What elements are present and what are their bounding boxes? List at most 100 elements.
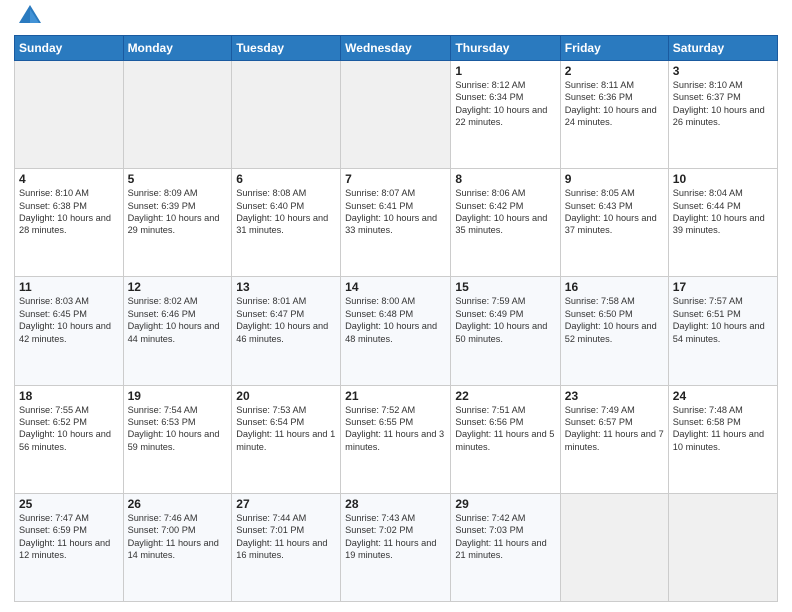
day-info: Sunrise: 7:57 AM Sunset: 6:51 PM Dayligh… (673, 295, 773, 345)
calendar-week-row: 11Sunrise: 8:03 AM Sunset: 6:45 PM Dayli… (15, 277, 778, 385)
calendar-cell: 3Sunrise: 8:10 AM Sunset: 6:37 PM Daylig… (668, 61, 777, 169)
calendar-cell (341, 61, 451, 169)
day-info: Sunrise: 7:48 AM Sunset: 6:58 PM Dayligh… (673, 404, 773, 454)
day-info: Sunrise: 8:02 AM Sunset: 6:46 PM Dayligh… (128, 295, 228, 345)
day-number: 3 (673, 64, 773, 78)
calendar-cell: 15Sunrise: 7:59 AM Sunset: 6:49 PM Dayli… (451, 277, 560, 385)
day-info: Sunrise: 7:46 AM Sunset: 7:00 PM Dayligh… (128, 512, 228, 562)
day-info: Sunrise: 8:10 AM Sunset: 6:37 PM Dayligh… (673, 79, 773, 129)
calendar-cell: 19Sunrise: 7:54 AM Sunset: 6:53 PM Dayli… (123, 385, 232, 493)
calendar-week-row: 4Sunrise: 8:10 AM Sunset: 6:38 PM Daylig… (15, 169, 778, 277)
day-info: Sunrise: 8:06 AM Sunset: 6:42 PM Dayligh… (455, 187, 555, 237)
day-number: 1 (455, 64, 555, 78)
day-number: 21 (345, 389, 446, 403)
day-number: 23 (565, 389, 664, 403)
day-number: 20 (236, 389, 336, 403)
day-number: 27 (236, 497, 336, 511)
calendar-cell: 2Sunrise: 8:11 AM Sunset: 6:36 PM Daylig… (560, 61, 668, 169)
calendar-cell (560, 493, 668, 601)
day-info: Sunrise: 7:53 AM Sunset: 6:54 PM Dayligh… (236, 404, 336, 454)
day-info: Sunrise: 7:52 AM Sunset: 6:55 PM Dayligh… (345, 404, 446, 454)
day-number: 14 (345, 280, 446, 294)
day-info: Sunrise: 7:47 AM Sunset: 6:59 PM Dayligh… (19, 512, 119, 562)
logo (14, 10, 43, 31)
calendar-cell: 12Sunrise: 8:02 AM Sunset: 6:46 PM Dayli… (123, 277, 232, 385)
day-info: Sunrise: 7:54 AM Sunset: 6:53 PM Dayligh… (128, 404, 228, 454)
calendar-cell: 4Sunrise: 8:10 AM Sunset: 6:38 PM Daylig… (15, 169, 124, 277)
calendar-cell: 10Sunrise: 8:04 AM Sunset: 6:44 PM Dayli… (668, 169, 777, 277)
day-number: 15 (455, 280, 555, 294)
day-number: 25 (19, 497, 119, 511)
day-number: 13 (236, 280, 336, 294)
calendar-cell: 18Sunrise: 7:55 AM Sunset: 6:52 PM Dayli… (15, 385, 124, 493)
weekday-header-wednesday: Wednesday (341, 36, 451, 61)
day-info: Sunrise: 8:07 AM Sunset: 6:41 PM Dayligh… (345, 187, 446, 237)
calendar-cell: 6Sunrise: 8:08 AM Sunset: 6:40 PM Daylig… (232, 169, 341, 277)
day-info: Sunrise: 7:59 AM Sunset: 6:49 PM Dayligh… (455, 295, 555, 345)
calendar-cell: 24Sunrise: 7:48 AM Sunset: 6:58 PM Dayli… (668, 385, 777, 493)
calendar-cell: 1Sunrise: 8:12 AM Sunset: 6:34 PM Daylig… (451, 61, 560, 169)
calendar-cell: 29Sunrise: 7:42 AM Sunset: 7:03 PM Dayli… (451, 493, 560, 601)
calendar-cell: 17Sunrise: 7:57 AM Sunset: 6:51 PM Dayli… (668, 277, 777, 385)
day-number: 10 (673, 172, 773, 186)
calendar-cell: 26Sunrise: 7:46 AM Sunset: 7:00 PM Dayli… (123, 493, 232, 601)
logo-area (14, 10, 43, 31)
day-info: Sunrise: 7:43 AM Sunset: 7:02 PM Dayligh… (345, 512, 446, 562)
day-info: Sunrise: 7:44 AM Sunset: 7:01 PM Dayligh… (236, 512, 336, 562)
calendar-cell (123, 61, 232, 169)
calendar-cell (15, 61, 124, 169)
logo-icon (17, 3, 43, 29)
header (14, 10, 778, 31)
day-number: 4 (19, 172, 119, 186)
day-info: Sunrise: 8:11 AM Sunset: 6:36 PM Dayligh… (565, 79, 664, 129)
day-number: 26 (128, 497, 228, 511)
day-number: 28 (345, 497, 446, 511)
day-info: Sunrise: 8:08 AM Sunset: 6:40 PM Dayligh… (236, 187, 336, 237)
calendar-cell: 7Sunrise: 8:07 AM Sunset: 6:41 PM Daylig… (341, 169, 451, 277)
calendar-week-row: 25Sunrise: 7:47 AM Sunset: 6:59 PM Dayli… (15, 493, 778, 601)
day-number: 7 (345, 172, 446, 186)
day-number: 11 (19, 280, 119, 294)
weekday-header-monday: Monday (123, 36, 232, 61)
day-info: Sunrise: 7:58 AM Sunset: 6:50 PM Dayligh… (565, 295, 664, 345)
calendar-cell: 25Sunrise: 7:47 AM Sunset: 6:59 PM Dayli… (15, 493, 124, 601)
calendar-cell: 22Sunrise: 7:51 AM Sunset: 6:56 PM Dayli… (451, 385, 560, 493)
day-info: Sunrise: 7:42 AM Sunset: 7:03 PM Dayligh… (455, 512, 555, 562)
day-info: Sunrise: 7:51 AM Sunset: 6:56 PM Dayligh… (455, 404, 555, 454)
calendar-page: SundayMondayTuesdayWednesdayThursdayFrid… (0, 0, 792, 612)
calendar-cell: 5Sunrise: 8:09 AM Sunset: 6:39 PM Daylig… (123, 169, 232, 277)
calendar-cell: 21Sunrise: 7:52 AM Sunset: 6:55 PM Dayli… (341, 385, 451, 493)
day-info: Sunrise: 8:01 AM Sunset: 6:47 PM Dayligh… (236, 295, 336, 345)
calendar-cell (668, 493, 777, 601)
day-info: Sunrise: 8:12 AM Sunset: 6:34 PM Dayligh… (455, 79, 555, 129)
day-info: Sunrise: 8:05 AM Sunset: 6:43 PM Dayligh… (565, 187, 664, 237)
day-info: Sunrise: 8:00 AM Sunset: 6:48 PM Dayligh… (345, 295, 446, 345)
day-number: 12 (128, 280, 228, 294)
calendar-week-row: 1Sunrise: 8:12 AM Sunset: 6:34 PM Daylig… (15, 61, 778, 169)
calendar-cell (232, 61, 341, 169)
day-info: Sunrise: 8:10 AM Sunset: 6:38 PM Dayligh… (19, 187, 119, 237)
weekday-header-sunday: Sunday (15, 36, 124, 61)
calendar-cell: 14Sunrise: 8:00 AM Sunset: 6:48 PM Dayli… (341, 277, 451, 385)
day-number: 9 (565, 172, 664, 186)
weekday-header-saturday: Saturday (668, 36, 777, 61)
calendar-cell: 8Sunrise: 8:06 AM Sunset: 6:42 PM Daylig… (451, 169, 560, 277)
day-info: Sunrise: 8:04 AM Sunset: 6:44 PM Dayligh… (673, 187, 773, 237)
day-number: 29 (455, 497, 555, 511)
calendar-cell: 28Sunrise: 7:43 AM Sunset: 7:02 PM Dayli… (341, 493, 451, 601)
day-number: 22 (455, 389, 555, 403)
calendar-header-row: SundayMondayTuesdayWednesdayThursdayFrid… (15, 36, 778, 61)
weekday-header-tuesday: Tuesday (232, 36, 341, 61)
calendar-cell: 9Sunrise: 8:05 AM Sunset: 6:43 PM Daylig… (560, 169, 668, 277)
calendar-week-row: 18Sunrise: 7:55 AM Sunset: 6:52 PM Dayli… (15, 385, 778, 493)
calendar-cell: 13Sunrise: 8:01 AM Sunset: 6:47 PM Dayli… (232, 277, 341, 385)
calendar-table: SundayMondayTuesdayWednesdayThursdayFrid… (14, 35, 778, 602)
day-number: 24 (673, 389, 773, 403)
day-number: 16 (565, 280, 664, 294)
calendar-cell: 11Sunrise: 8:03 AM Sunset: 6:45 PM Dayli… (15, 277, 124, 385)
weekday-header-friday: Friday (560, 36, 668, 61)
day-number: 8 (455, 172, 555, 186)
day-number: 2 (565, 64, 664, 78)
day-number: 5 (128, 172, 228, 186)
day-info: Sunrise: 7:55 AM Sunset: 6:52 PM Dayligh… (19, 404, 119, 454)
